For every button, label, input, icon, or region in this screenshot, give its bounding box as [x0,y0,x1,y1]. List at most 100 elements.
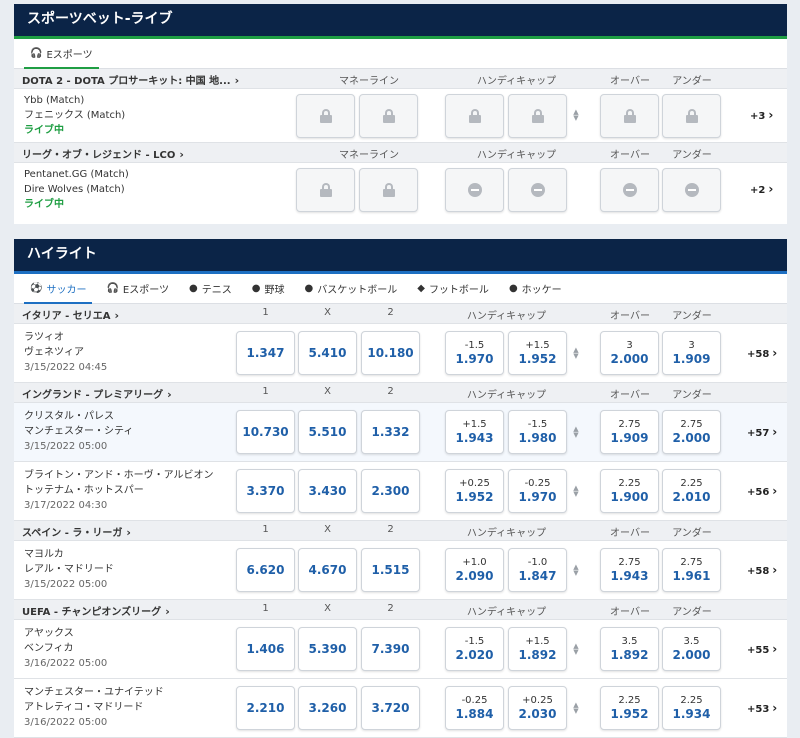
league-link[interactable]: イングランド - プレミアリーグ › [22,386,172,401]
league-link[interactable]: スペイン - ラ・リーガ › [22,524,131,539]
match-row[interactable]: クリスタル・パレス マンチェスター・シティ 3/15/2022 05:00 10… [14,403,787,462]
league-link[interactable]: DOTA 2 - DOTA プロサーキット: 中国 地... › [22,72,239,87]
odds-over[interactable]: 2.75 1.909 [600,410,659,454]
odds-under[interactable] [662,94,721,138]
tab-football[interactable]: ◆ フットボール [407,274,499,303]
odds-handicap-2[interactable]: +0.25 2.030 [508,686,567,730]
odds-over[interactable] [600,94,659,138]
match-row[interactable]: Ybb (Match) フェニックス (Match) ライブ中 ▲ ▼ +3 › [14,89,787,143]
more-markets-link[interactable]: +55 › [747,642,777,656]
tab-soccer[interactable]: ⚽ サッカー [20,274,96,304]
odds-handicap-2[interactable] [508,168,567,212]
match-row[interactable]: ラツィオ ヴェネツィア 3/15/2022 04:45 1.347 5.410 … [14,324,787,383]
odds-over[interactable]: 2.75 1.943 [600,548,659,592]
odds-1[interactable]: 10.730 [236,410,295,454]
more-markets-link[interactable]: +3 › [750,108,773,122]
sort-arrows-icon[interactable]: ▲ ▼ [572,109,580,122]
odds-x[interactable]: 5.510 [298,410,357,454]
match-row[interactable]: マンチェスター・ユナイテッド アトレティコ・マドリード 3/16/2022 05… [14,679,787,738]
odds-under[interactable]: 2.75 1.961 [662,548,721,592]
odds-value: 1.970 [518,490,557,504]
odds-handicap-2[interactable] [508,94,567,138]
tab-esports-live[interactable]: 🎧 Eスポーツ [20,39,103,69]
more-markets-link[interactable]: +56 › [747,484,777,498]
odds-under[interactable] [662,168,721,212]
sort-arrows-icon[interactable]: ▲ ▼ [572,485,580,498]
odds-handicap-1[interactable]: +1.0 2.090 [445,548,504,592]
league-link[interactable]: リーグ・オブ・レジェンド - LCO › [22,146,184,161]
tab-tennis[interactable]: ● テニス [179,274,242,303]
league-header: リーグ・オブ・レジェンド - LCO › マネーライン ハンディキャップ オーバー… [14,143,787,163]
odds-under[interactable]: 2.25 1.934 [662,686,721,730]
odds-under[interactable]: 3.5 2.000 [662,627,721,671]
odds-handicap-2[interactable]: +1.5 1.952 [508,331,567,375]
odds-handicap-2[interactable]: -1.0 1.847 [508,548,567,592]
league-link[interactable]: UEFA - チャンピオンズリーグ › [22,603,170,618]
more-markets-link[interactable]: +57 › [747,425,777,439]
match-row[interactable]: Pentanet.GG (Match) Dire Wolves (Match) … [14,163,787,217]
sort-arrows-icon[interactable]: ▲ ▼ [572,426,580,439]
chevron-right-icon: › [772,484,778,498]
odds-2[interactable]: 1.332 [361,410,420,454]
odds-1[interactable]: 2.210 [236,686,295,730]
more-markets-link[interactable]: +58 › [747,563,777,577]
more-markets-link[interactable]: +2 › [750,182,773,196]
odds-handicap-1[interactable] [445,94,504,138]
odds-2[interactable]: 2.300 [361,469,420,513]
odds-over[interactable]: 3 2.000 [600,331,659,375]
tab-basketball[interactable]: ● バスケットボール [295,274,408,303]
tab-esports[interactable]: 🎧 Eスポーツ [96,274,179,303]
odds-handicap-1[interactable] [445,168,504,212]
tab-hockey[interactable]: ● ホッケー [499,274,572,303]
odds-under[interactable]: 2.75 2.000 [662,410,721,454]
odds-value: 1.934 [672,707,711,721]
odds-moneyline-2[interactable] [359,168,418,212]
odds-moneyline-1[interactable] [296,168,355,212]
odds-moneyline-1[interactable] [296,94,355,138]
odds-under[interactable]: 2.25 2.010 [662,469,721,513]
odds-handicap-2[interactable]: -1.5 1.980 [508,410,567,454]
odds-x[interactable]: 3.430 [298,469,357,513]
odds-2[interactable]: 7.390 [361,627,420,671]
odds-handicap-2[interactable]: -0.25 1.970 [508,469,567,513]
more-markets-link[interactable]: +58 › [747,346,777,360]
match-teams: クリスタル・パレス マンチェスター・シティ 3/15/2022 05:00 [24,409,133,454]
odds-x[interactable]: 5.410 [298,331,357,375]
odds-under[interactable]: 3 1.909 [662,331,721,375]
sort-arrows-icon[interactable]: ▲ ▼ [572,702,580,715]
odds-1[interactable]: 1.406 [236,627,295,671]
odds-1[interactable]: 1.347 [236,331,295,375]
sort-arrows-icon[interactable]: ▲ ▼ [572,643,580,656]
league-name: スペイン - ラ・リーガ [22,528,123,539]
odds-handicap-1[interactable]: -1.5 2.020 [445,627,504,671]
tab-baseball[interactable]: ● 野球 [242,274,295,303]
odds-over[interactable]: 2.25 1.952 [600,686,659,730]
match-row[interactable]: マヨルカ レアル・マドリード 3/15/2022 05:00 6.620 4.6… [14,541,787,600]
sort-arrows-icon[interactable]: ▲ ▼ [572,347,580,360]
odds-over[interactable] [600,168,659,212]
odds-2[interactable]: 10.180 [361,331,420,375]
odds-over[interactable]: 2.25 1.900 [600,469,659,513]
match-row[interactable]: アヤックス ベンフィカ 3/16/2022 05:00 1.406 5.390 … [14,620,787,679]
odds-handicap-2[interactable]: +1.5 1.892 [508,627,567,671]
odds-handicap-1[interactable]: -1.5 1.970 [445,331,504,375]
odds-x[interactable]: 5.390 [298,627,357,671]
odds-over[interactable]: 3.5 1.892 [600,627,659,671]
odds-moneyline-2[interactable] [359,94,418,138]
more-markets-link[interactable]: +53 › [747,701,777,715]
odds-x[interactable]: 4.670 [298,548,357,592]
match-row[interactable]: ブライトン・アンド・ホーヴ・アルビオン トッテナム・ホットスパー 3/17/20… [14,462,787,521]
league-link[interactable]: イタリア - セリエA › [22,307,119,322]
odds-2[interactable]: 3.720 [361,686,420,730]
odds-handicap-1[interactable]: -0.25 1.884 [445,686,504,730]
odds-x[interactable]: 3.260 [298,686,357,730]
highlights-body: イタリア - セリエA › 1 X 2 ハンディキャップ オーバー アンダー ラツ… [14,304,787,738]
odds-1[interactable]: 3.370 [236,469,295,513]
odds-handicap-1[interactable]: +1.5 1.943 [445,410,504,454]
sort-arrows-icon[interactable]: ▲ ▼ [572,564,580,577]
odds-handicap-1[interactable]: +0.25 1.952 [445,469,504,513]
odds-value: 2.020 [455,648,494,662]
handicap-line: -0.25 [524,478,551,489]
odds-1[interactable]: 6.620 [236,548,295,592]
odds-2[interactable]: 1.515 [361,548,420,592]
